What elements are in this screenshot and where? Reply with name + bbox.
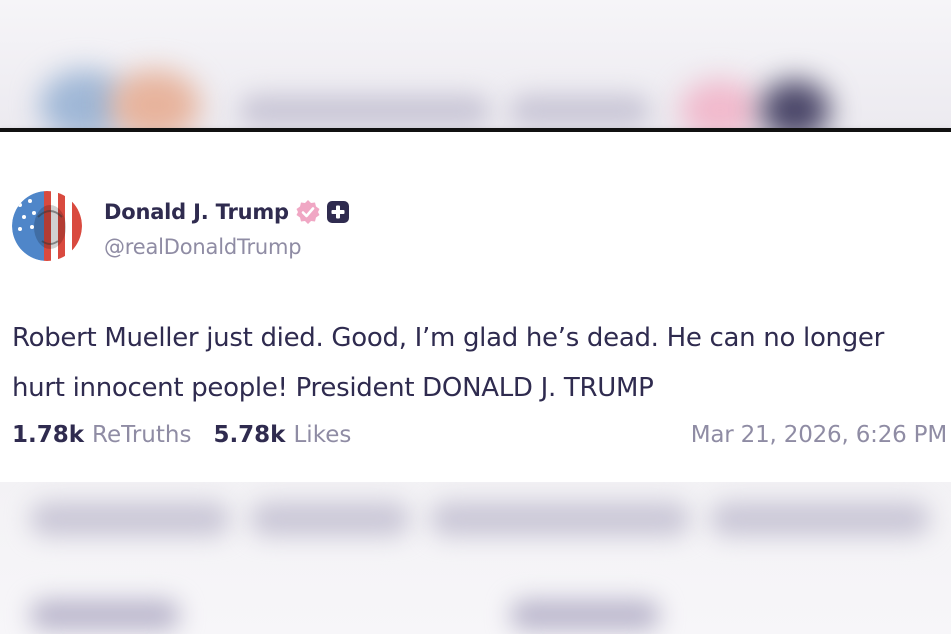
likes-stat[interactable]: 5.78k Likes	[213, 422, 351, 448]
avatar-portrait-icon	[12, 191, 82, 261]
post-text: Robert Mueller just died. Good, I’m glad…	[12, 323, 885, 403]
blurred-background-top	[0, 0, 951, 128]
likes-label: Likes	[293, 422, 352, 448]
blurred-shape	[760, 80, 830, 128]
likes-count: 5.78k	[213, 422, 286, 448]
post-timestamp[interactable]: Mar 21, 2026, 6:26 PM	[691, 422, 947, 448]
blurred-shape	[30, 502, 230, 536]
author-display-name[interactable]: Donald J. Trump	[104, 200, 289, 224]
retruths-stat[interactable]: 1.78k ReTruths	[12, 422, 191, 448]
author-name-row: Donald J. Trump	[104, 196, 349, 228]
blurred-shape	[680, 80, 760, 128]
blurred-shape	[250, 502, 410, 536]
post-card: Donald J. Trump @realDonaldTrump Robert …	[0, 128, 951, 486]
blurred-shape	[510, 600, 660, 630]
blurred-shape	[430, 502, 690, 536]
plus-badge-icon	[326, 201, 349, 223]
blurred-shape	[110, 70, 200, 128]
author-handle[interactable]: @realDonaldTrump	[104, 235, 302, 259]
blurred-shape	[240, 95, 490, 127]
avatar[interactable]	[12, 191, 82, 261]
screenshot-stage: Donald J. Trump @realDonaldTrump Robert …	[0, 0, 951, 634]
blurred-shape	[710, 502, 930, 536]
retruths-label: ReTruths	[92, 422, 192, 448]
verified-badge-icon	[295, 199, 321, 225]
blurred-shape	[30, 600, 180, 630]
retruths-count: 1.78k	[12, 422, 85, 448]
blurred-background-bottom	[0, 482, 951, 634]
blurred-shape	[510, 95, 650, 127]
post-stats: 1.78k ReTruths 5.78k Likes	[12, 422, 373, 448]
